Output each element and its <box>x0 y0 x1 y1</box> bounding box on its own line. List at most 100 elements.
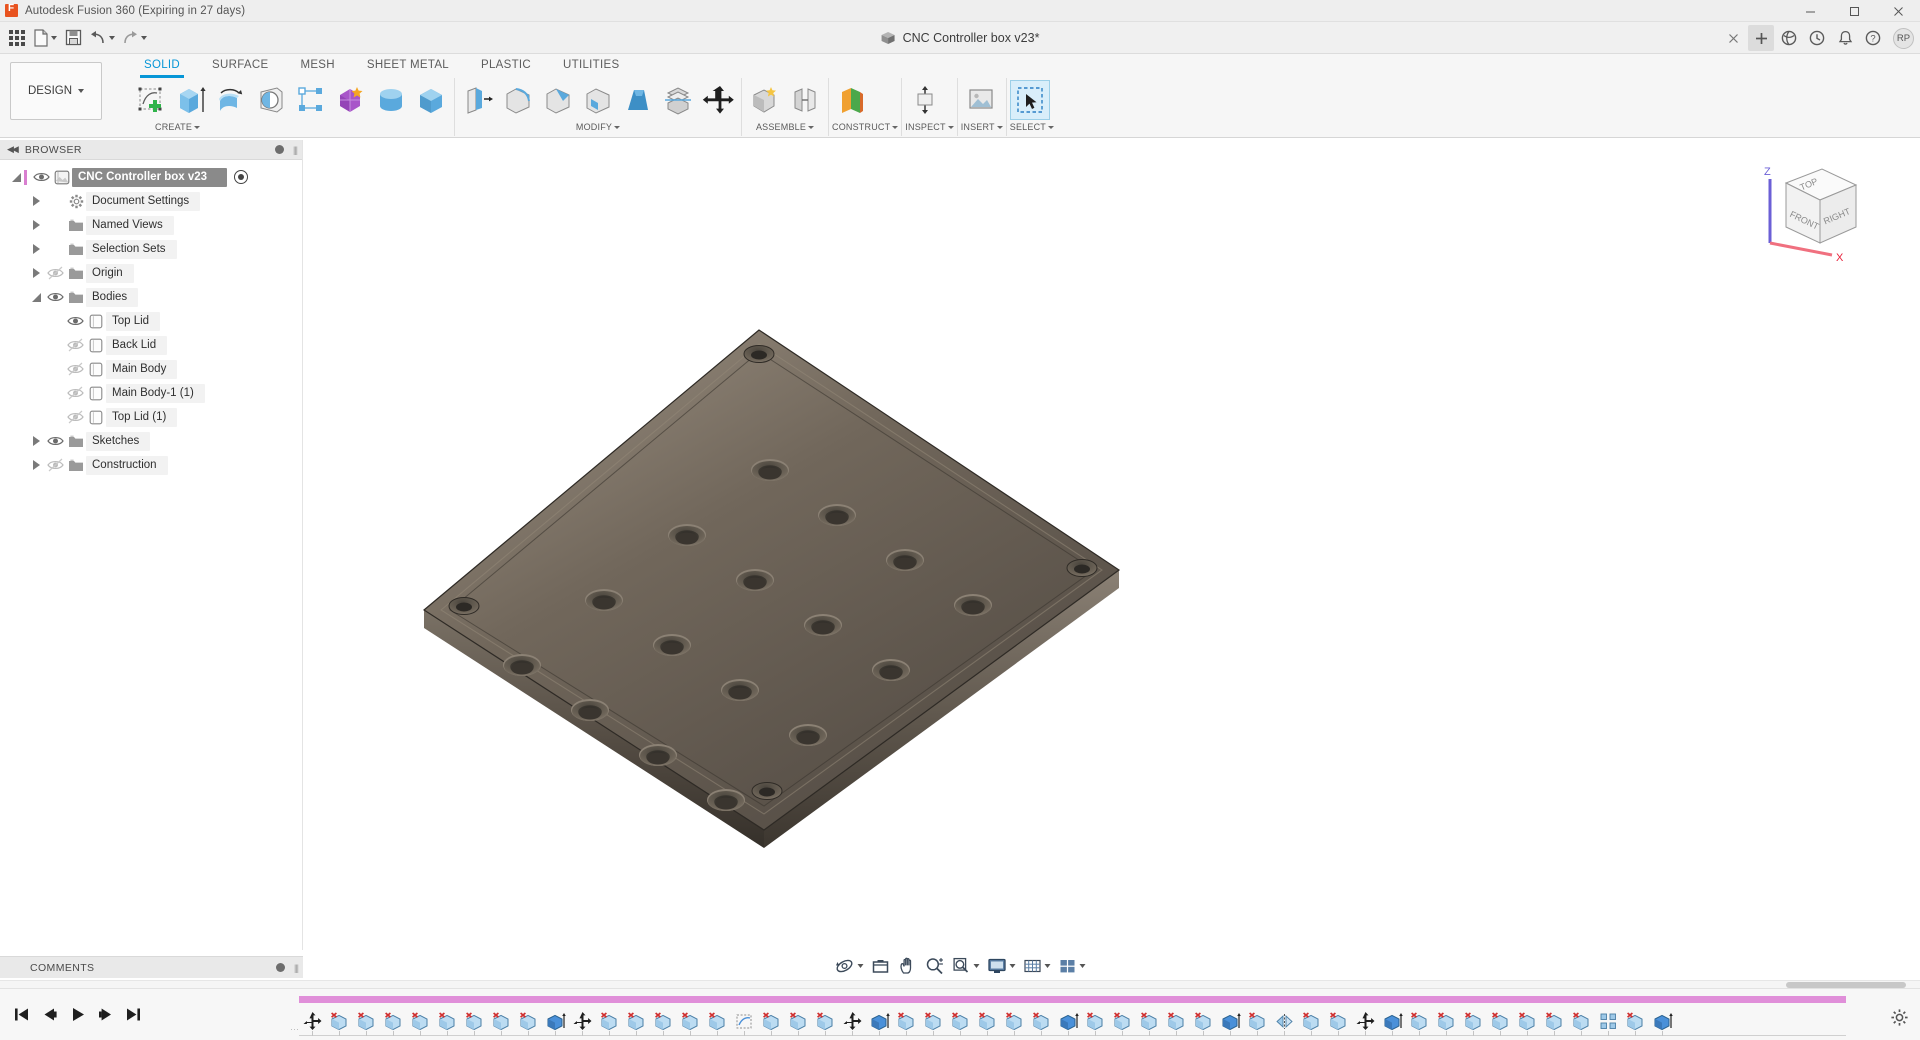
activate-component-radio[interactable] <box>234 170 249 184</box>
measure-tool[interactable] <box>905 80 945 120</box>
step-back-button[interactable] <box>36 1000 62 1030</box>
expand-arrow-icon[interactable] <box>28 268 44 278</box>
panel-assemble-label[interactable]: ASSEMBLE <box>745 120 825 134</box>
expand-arrow-icon[interactable] <box>28 460 44 470</box>
orbit-tool-button[interactable] <box>832 953 867 979</box>
tab-mesh[interactable]: MESH <box>284 54 350 76</box>
joint-tool[interactable] <box>785 80 825 120</box>
panel-select-label[interactable]: SELECT <box>1010 120 1054 134</box>
job-status-clock-button[interactable] <box>1804 25 1830 51</box>
play-button[interactable] <box>64 1000 90 1030</box>
box-primitive-tool[interactable] <box>411 80 451 120</box>
browser-tree-item[interactable]: Top Lid <box>0 309 302 333</box>
browser-tree-item[interactable]: Main Body-1 (1) <box>0 381 302 405</box>
viewport-layout-button[interactable] <box>1055 953 1089 979</box>
browser-options-icon[interactable] <box>275 145 284 154</box>
visibility-toggle-on[interactable] <box>44 290 66 304</box>
data-panel-globe-button[interactable] <box>1776 25 1802 51</box>
draft-tool[interactable] <box>618 80 658 120</box>
insert-mcmaster-tool[interactable] <box>961 80 1001 120</box>
visibility-toggle-off[interactable] <box>64 338 86 352</box>
visibility-toggle-off[interactable] <box>64 386 86 400</box>
help-button[interactable]: ? <box>1860 25 1886 51</box>
comments-resize-grip[interactable]: ||| <box>294 963 299 973</box>
zoom-window-button[interactable] <box>949 953 983 979</box>
go-to-beginning-button[interactable] <box>8 1000 34 1030</box>
browser-tree-item[interactable]: Main Body <box>0 357 302 381</box>
comments-options-icon[interactable] <box>276 963 285 972</box>
browser-tree-item[interactable]: Construction <box>0 453 302 477</box>
browser-tree-item[interactable]: Origin <box>0 261 302 285</box>
visibility-toggle-on[interactable] <box>44 434 66 448</box>
browser-tree-item[interactable]: Bodies <box>0 285 302 309</box>
notifications-bell-button[interactable] <box>1832 25 1858 51</box>
timeline-scrollbar[interactable] <box>0 980 1920 988</box>
grid-snaps-button[interactable] <box>1020 953 1054 979</box>
chamfer-tool[interactable] <box>538 80 578 120</box>
visibility-toggle-off[interactable] <box>44 266 66 280</box>
press-pull-tool[interactable] <box>458 80 498 120</box>
form-tool[interactable] <box>331 80 371 120</box>
timeline-progress-bar[interactable] <box>299 995 1846 1003</box>
undo-button[interactable] <box>86 24 118 52</box>
create-sketch-tool[interactable] <box>131 80 171 120</box>
timeline-settings-button[interactable] <box>1886 1004 1912 1030</box>
fillet-tool[interactable] <box>498 80 538 120</box>
model-3d-view[interactable] <box>304 140 1920 950</box>
timeline-drag-grip[interactable]: ⋯ <box>290 1024 299 1035</box>
select-tool[interactable] <box>1009 80 1050 120</box>
view-cube[interactable]: Z X TOP FRONT RIGHT <box>1750 155 1870 265</box>
split-body-tool[interactable] <box>658 80 698 120</box>
visibility-toggle-off[interactable] <box>64 362 86 376</box>
browser-tree-item[interactable]: Named Views <box>0 213 302 237</box>
browser-tree-item[interactable]: Sketches <box>0 429 302 453</box>
look-at-button[interactable] <box>868 953 894 979</box>
browser-tree-item[interactable]: CNC Controller box v23 <box>0 165 302 189</box>
document-tab[interactable]: CNC Controller box v23* <box>865 22 1056 54</box>
close-document-tab-button[interactable] <box>1720 25 1746 51</box>
expand-arrow-icon[interactable] <box>28 244 44 254</box>
new-component-tool[interactable] <box>745 80 785 120</box>
cylinder-primitive-tool[interactable] <box>371 80 411 120</box>
browser-tree-item[interactable]: Top Lid (1) <box>0 405 302 429</box>
sweep-tool[interactable] <box>251 80 291 120</box>
zoom-tool-button[interactable] <box>922 953 948 979</box>
collapse-arrow-icon[interactable] <box>8 172 24 182</box>
tab-surface[interactable]: SURFACE <box>196 54 284 76</box>
browser-tree-item[interactable]: Document Settings <box>0 189 302 213</box>
panel-inspect-label[interactable]: INSPECT <box>905 120 954 134</box>
pattern-tool[interactable] <box>291 80 331 120</box>
tab-solid[interactable]: SOLID <box>128 54 196 78</box>
visibility-toggle-on[interactable] <box>30 170 52 184</box>
tab-plastic[interactable]: PLASTIC <box>465 54 547 76</box>
panel-construct-label[interactable]: CONSTRUCT <box>832 120 899 134</box>
close-window-button[interactable] <box>1876 0 1920 22</box>
visibility-toggle-off[interactable] <box>44 458 66 472</box>
extrude-tool[interactable] <box>171 80 211 120</box>
timeline-track[interactable]: ⋯ <box>152 989 1920 1040</box>
shell-tool[interactable] <box>578 80 618 120</box>
user-avatar[interactable]: RP <box>1893 27 1914 49</box>
expand-arrow-icon[interactable] <box>28 196 44 206</box>
collapse-arrow-icon[interactable] <box>28 292 44 302</box>
panel-create-label[interactable]: CREATE <box>131 120 451 134</box>
save-button[interactable] <box>60 24 86 52</box>
file-menu-button[interactable] <box>30 24 60 52</box>
browser-resize-grip[interactable]: ||| <box>293 145 298 155</box>
panel-modify-label[interactable]: MODIFY <box>458 120 738 134</box>
step-forward-button[interactable] <box>92 1000 118 1030</box>
visibility-toggle-off[interactable] <box>64 410 86 424</box>
comments-panel-header[interactable]: COMMENTS ||| <box>0 956 303 978</box>
move-copy-tool[interactable] <box>698 80 738 120</box>
tab-utilities[interactable]: UTILITIES <box>547 54 635 76</box>
pan-tool-button[interactable] <box>895 953 921 979</box>
expand-arrow-icon[interactable] <box>28 436 44 446</box>
visibility-toggle-on[interactable] <box>64 314 86 328</box>
browser-tree-item[interactable]: Selection Sets <box>0 237 302 261</box>
browser-tree-item[interactable]: Back Lid <box>0 333 302 357</box>
display-settings-button[interactable] <box>984 953 1019 979</box>
app-grid-button[interactable] <box>4 24 30 52</box>
collapse-panel-icon[interactable]: ◀◀ <box>7 144 19 155</box>
revolve-tool[interactable] <box>211 80 251 120</box>
maximize-button[interactable] <box>1832 0 1876 22</box>
